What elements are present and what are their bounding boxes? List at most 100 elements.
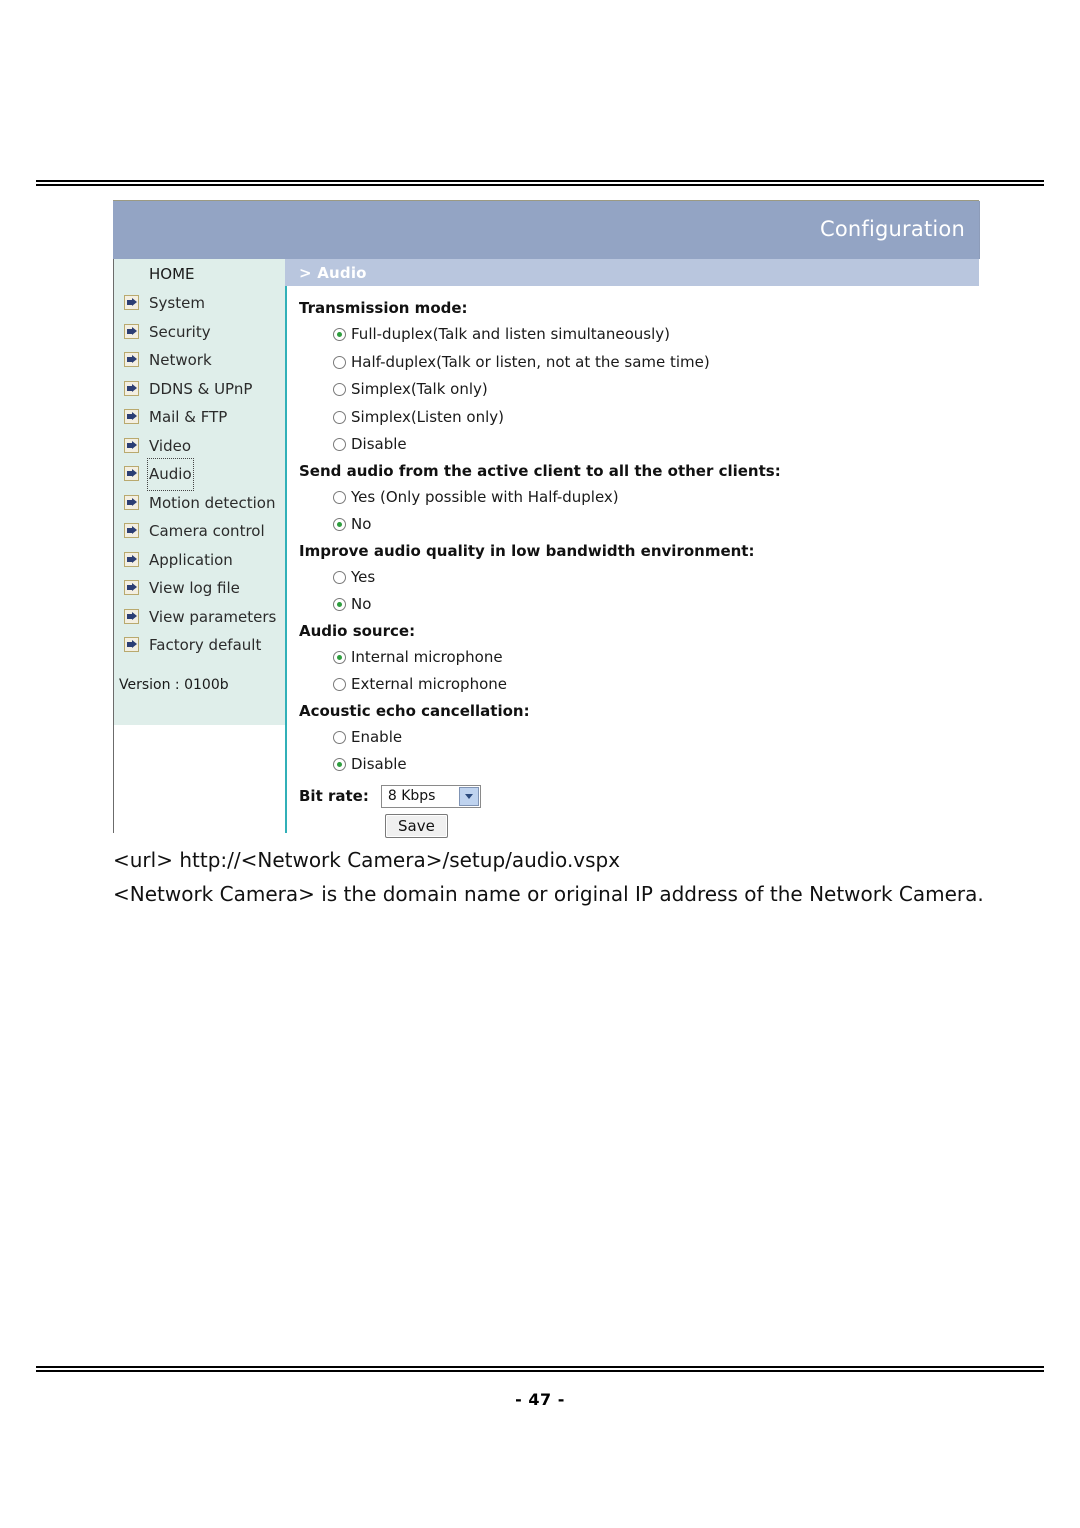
- radio-option-label: No: [351, 595, 372, 613]
- sidebar-item-label: Audio: [147, 458, 194, 491]
- radio-option-label: No: [351, 515, 372, 533]
- radio-option[interactable]: External microphone: [299, 671, 979, 699]
- radio-unselected-icon[interactable]: [333, 678, 346, 692]
- sidebar-item-home[interactable]: HOME: [114, 259, 286, 289]
- radio-option[interactable]: Internal microphone: [299, 644, 979, 672]
- chevron-down-icon[interactable]: [458, 786, 479, 806]
- audio-settings-form: Transmission mode: Full-duplex(Talk and …: [285, 286, 979, 838]
- arrow-right-icon: [124, 523, 139, 538]
- sidebar-item-security[interactable]: Security: [114, 318, 286, 347]
- breadcrumb: > Audio: [299, 264, 367, 282]
- sidebar-item-view-parameters[interactable]: View parameters: [114, 603, 286, 632]
- sidebar-item-label: Application: [149, 550, 233, 569]
- sidebar-item-motion-detection[interactable]: Motion detection: [114, 489, 286, 518]
- radio-selected-icon[interactable]: [333, 598, 346, 612]
- sidebar-item-label: Video: [149, 436, 192, 455]
- breadcrumb-bar: > Audio: [285, 259, 979, 286]
- radio-option-label: Enable: [351, 727, 403, 746]
- page-title: Configuration: [819, 217, 965, 241]
- radio-option-label: Yes (Only possible with Half-duplex): [351, 487, 619, 506]
- radio-option[interactable]: Disable: [299, 751, 979, 779]
- sidebar-item-factory-default[interactable]: Factory default: [114, 631, 286, 660]
- send-audio-label: Send audio from the active client to all…: [299, 461, 781, 480]
- bit-rate-label: Bit rate:: [299, 787, 369, 805]
- radio-option[interactable]: Half-duplex(Talk or listen, not at the s…: [299, 349, 979, 377]
- bit-rate-select[interactable]: 8 Kbps: [380, 784, 481, 808]
- bit-rate-value: 8 Kbps: [387, 788, 436, 804]
- sidebar-item-network[interactable]: Network: [114, 346, 286, 375]
- sidebar-nav: HOME System Security Network DDNS & UPnP Mai…: [114, 259, 286, 660]
- sidebar-item-label: Mail & FTP: [149, 408, 228, 426]
- sidebar-item-label: DDNS & UPnP: [149, 379, 253, 398]
- radio-option-label: Simplex(Talk only): [351, 380, 488, 398]
- arrow-right-icon: [124, 409, 139, 424]
- arrow-right-icon: [124, 437, 139, 453]
- radio-unselected-icon[interactable]: [333, 410, 346, 424]
- radio-option[interactable]: Disable: [299, 431, 979, 459]
- sidebar-item-label: HOME: [149, 265, 195, 283]
- radio-option-label: External microphone: [351, 675, 507, 693]
- arrow-right-icon: [124, 295, 139, 310]
- radio-option[interactable]: Simplex(Talk only): [299, 376, 979, 404]
- radio-selected-icon[interactable]: [333, 650, 346, 664]
- improve-quality-group: Yes No: [299, 564, 979, 619]
- radio-unselected-icon[interactable]: [333, 490, 346, 504]
- radio-selected-icon[interactable]: [333, 758, 346, 772]
- echo-cancellation-group: Enable Disable: [299, 724, 979, 779]
- arrow-right-icon: [124, 323, 139, 339]
- sidebar-item-label: Factory default: [149, 636, 262, 654]
- radio-option[interactable]: No: [299, 511, 979, 539]
- sidebar-item-label: Motion detection: [149, 493, 276, 512]
- sidebar-item-application[interactable]: Application: [114, 546, 286, 575]
- radio-option[interactable]: Yes: [299, 564, 979, 592]
- radio-unselected-icon[interactable]: [333, 570, 346, 584]
- radio-unselected-icon[interactable]: [333, 438, 346, 452]
- sidebar-item-label: System: [149, 294, 205, 312]
- arrow-right-icon: [124, 494, 139, 510]
- sidebar-item-system[interactable]: System: [114, 289, 286, 318]
- sidebar-item-camera-control[interactable]: Camera control: [114, 517, 286, 546]
- title-bar: Configuration: [113, 201, 980, 259]
- content-pane: > Audio Transmission mode: Full-duplex(T…: [285, 259, 979, 838]
- radio-selected-icon[interactable]: [333, 518, 346, 532]
- page-rule-bottom: [36, 1366, 1044, 1372]
- sidebar-item-label: Network: [149, 351, 212, 369]
- arrow-right-icon: [124, 608, 139, 624]
- arrow-right-icon: [124, 580, 139, 595]
- caption-url: <url> http://<Network Camera>/setup/audi…: [113, 848, 621, 872]
- audio-source-label: Audio source:: [299, 621, 416, 640]
- echo-cancellation-label: Acoustic echo cancellation:: [299, 701, 530, 720]
- caption-note: <Network Camera> is the domain name or o…: [113, 882, 984, 906]
- radio-unselected-icon[interactable]: [333, 355, 346, 369]
- sidebar-item-label: View parameters: [149, 607, 277, 626]
- arrow-right-icon: [124, 551, 139, 567]
- radio-option-label: Disable: [351, 755, 407, 773]
- radio-option-label: Yes: [351, 567, 376, 586]
- sidebar: HOME System Security Network DDNS & UPnP Mai…: [113, 259, 286, 833]
- sidebar-item-video[interactable]: Video: [114, 432, 286, 461]
- radio-selected-icon[interactable]: [333, 328, 346, 342]
- sidebar-item-ddns-upnp[interactable]: DDNS & UPnP: [114, 375, 286, 404]
- audio-source-group: Internal microphone External microphone: [299, 644, 979, 699]
- radio-option-label: Half-duplex(Talk or listen, not at the s…: [351, 352, 710, 371]
- arrow-right-icon: [124, 637, 139, 652]
- sidebar-item-audio[interactable]: Audio: [114, 458, 286, 491]
- radio-option[interactable]: Full-duplex(Talk and listen simultaneous…: [299, 321, 979, 349]
- page-rule-top: [36, 180, 1044, 186]
- radio-option-label: Internal microphone: [351, 647, 503, 666]
- radio-option[interactable]: Enable: [299, 724, 979, 752]
- radio-option-label: Disable: [351, 435, 407, 453]
- radio-unselected-icon[interactable]: [333, 730, 346, 744]
- transmission-mode-group: Full-duplex(Talk and listen simultaneous…: [299, 321, 979, 459]
- sidebar-item-view-log-file[interactable]: View log file: [114, 574, 286, 603]
- radio-unselected-icon[interactable]: [333, 383, 346, 397]
- radio-option[interactable]: Yes (Only possible with Half-duplex): [299, 484, 979, 512]
- radio-option-label: Full-duplex(Talk and listen simultaneous…: [351, 325, 670, 343]
- arrow-right-icon: [124, 352, 139, 367]
- radio-option[interactable]: Simplex(Listen only): [299, 404, 979, 432]
- save-button[interactable]: Save: [385, 813, 448, 838]
- radio-option[interactable]: No: [299, 591, 979, 619]
- sidebar-item-mail-ftp[interactable]: Mail & FTP: [114, 403, 286, 432]
- sidebar-item-label: View log file: [149, 579, 240, 597]
- arrow-right-icon: [124, 380, 139, 396]
